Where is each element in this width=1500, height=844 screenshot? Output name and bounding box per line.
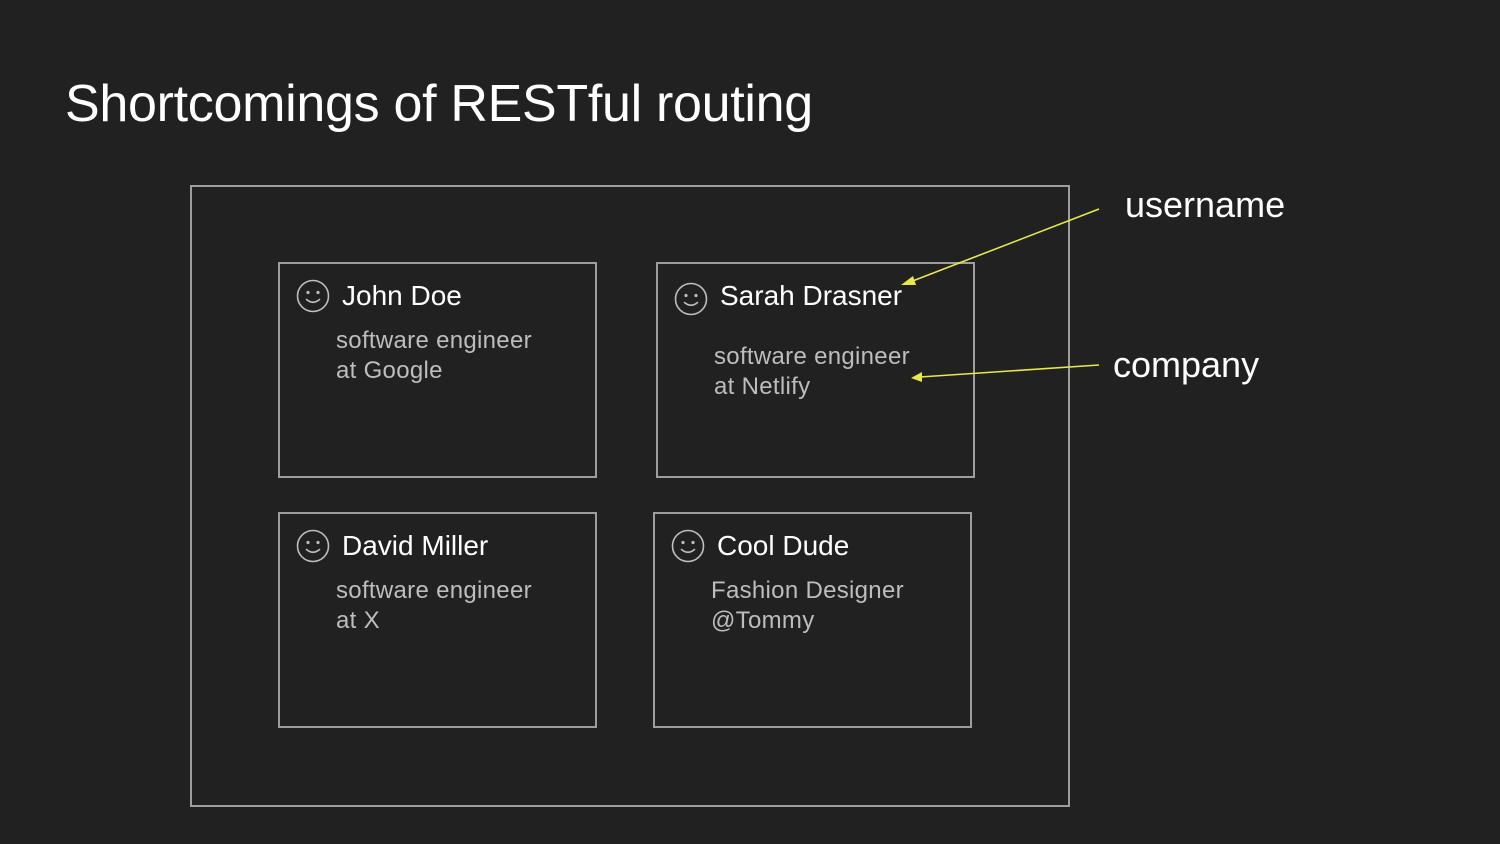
- card-desc-line: at Google: [336, 357, 443, 384]
- card-company: software engineer at Netlify: [714, 342, 910, 402]
- user-card-cool-dude: Cool Dude Fashion Designer @Tommy: [653, 512, 972, 728]
- card-desc-line: software engineer: [336, 327, 532, 354]
- annotation-company: company: [1113, 344, 1260, 385]
- user-card-sarah-drasner: Sarah Drasner software engineer at Netli…: [656, 262, 975, 478]
- card-desc-line: @Tommy: [711, 607, 815, 634]
- card-username: Cool Dude: [717, 530, 850, 561]
- card-desc-line: Fashion Designer: [711, 577, 904, 604]
- smiley-face-icon: [296, 529, 330, 563]
- smiley-face-icon: [671, 529, 705, 563]
- slide-title: Shortcomings of RESTful routing: [65, 75, 813, 133]
- user-card-john-doe: John Doe software engineer at Google: [278, 262, 597, 478]
- card-desc-line: at X: [336, 607, 380, 634]
- card-desc-line: software engineer: [714, 343, 910, 370]
- user-card-david-miller: David Miller software engineer at X: [278, 512, 597, 728]
- smiley-face-icon: [674, 282, 708, 316]
- card-username: Sarah Drasner: [720, 280, 903, 311]
- card-company: software engineer at Google: [336, 326, 532, 386]
- card-company: Fashion Designer @Tommy: [711, 576, 904, 636]
- card-username: John Doe: [342, 280, 462, 311]
- card-username: David Miller: [342, 530, 489, 561]
- card-desc-line: software engineer: [336, 577, 532, 604]
- card-desc-line: at Netlify: [714, 373, 811, 400]
- card-company: software engineer at X: [336, 576, 532, 636]
- annotation-username: username: [1125, 184, 1286, 225]
- smiley-face-icon: [296, 279, 330, 313]
